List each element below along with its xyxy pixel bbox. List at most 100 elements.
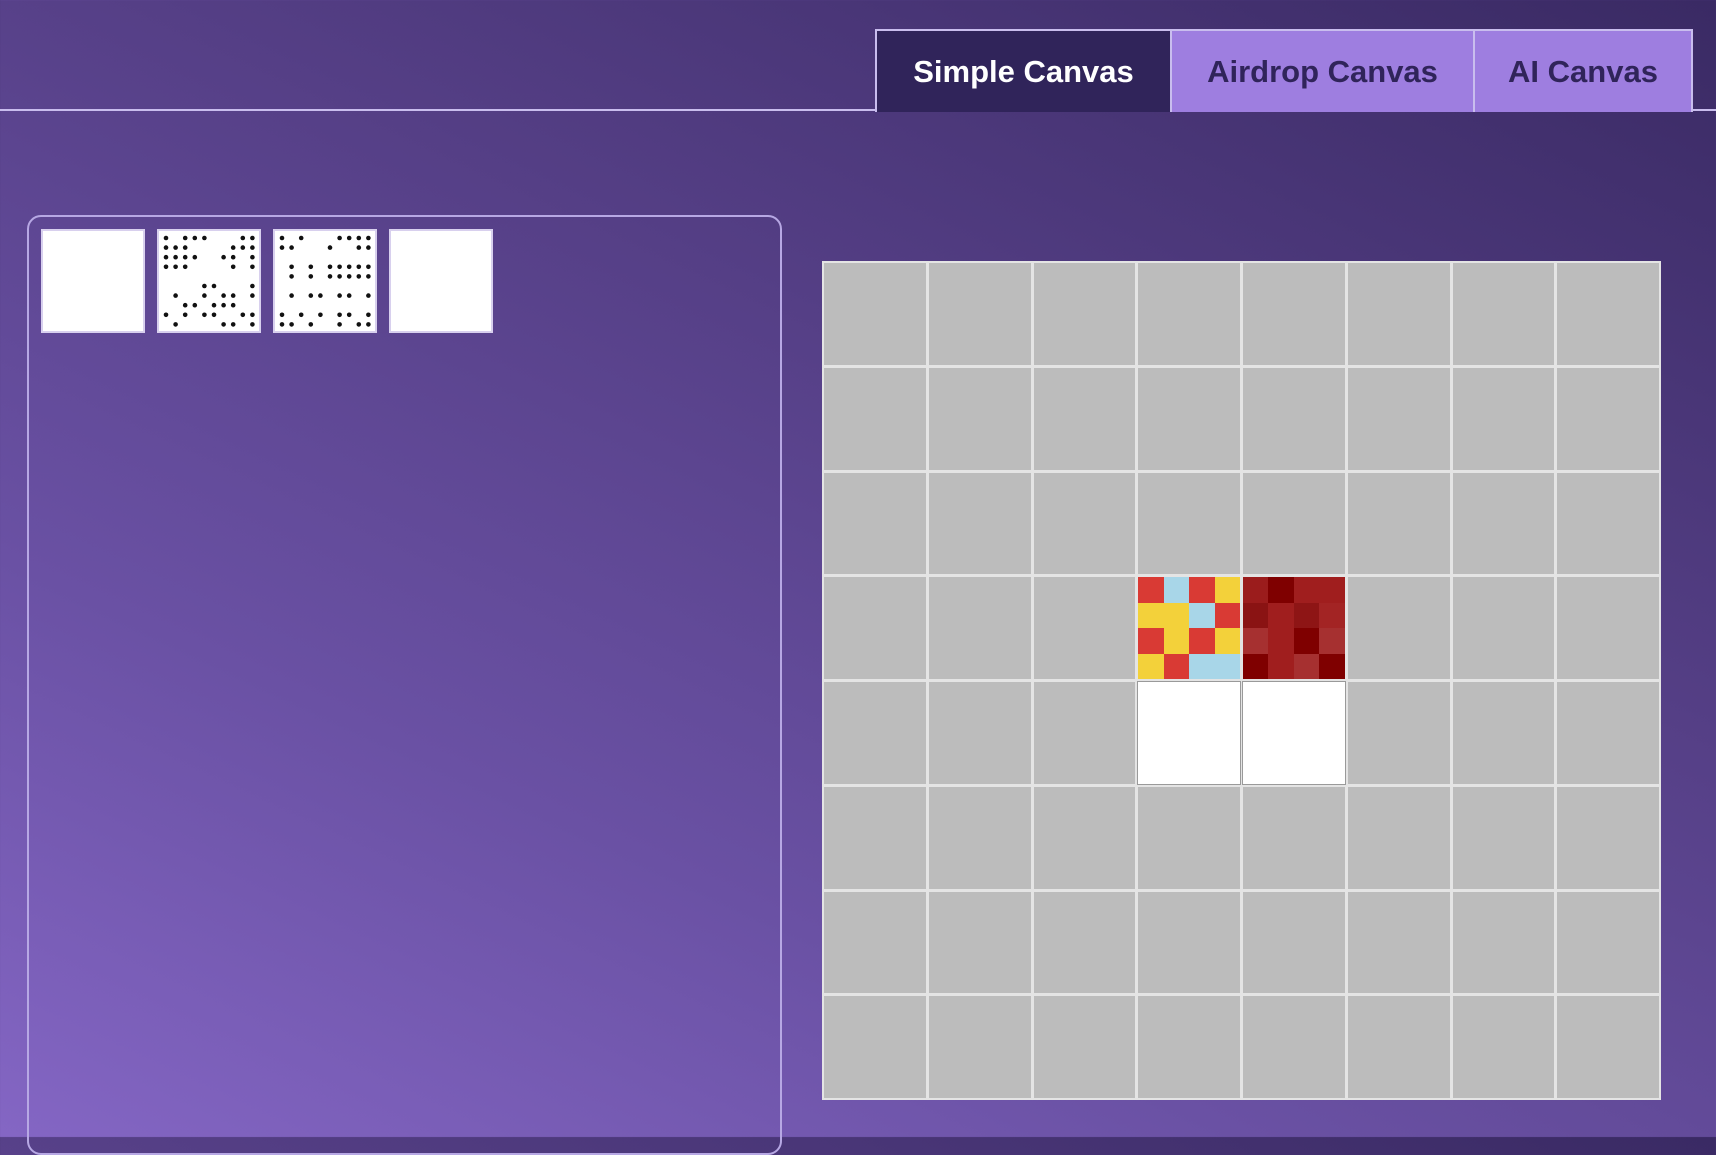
board-cell[interactable] [1347, 891, 1450, 994]
board-cell[interactable] [1347, 996, 1450, 1098]
dot [279, 245, 285, 250]
tray-tile-dots[interactable] [273, 229, 377, 333]
board-cell-pattern[interactable] [1243, 577, 1345, 679]
pattern-pixel [1214, 653, 1240, 679]
dot [182, 302, 188, 308]
board-cell[interactable] [1557, 786, 1659, 889]
dot [163, 254, 169, 260]
board-cell[interactable] [1033, 996, 1136, 1098]
board-cell[interactable] [824, 891, 926, 994]
board-cell-white[interactable] [1137, 681, 1241, 785]
board-cell[interactable] [1347, 682, 1450, 784]
dot [279, 235, 285, 241]
tab-airdrop-canvas[interactable]: Airdrop Canvas [1170, 31, 1473, 112]
board-cell[interactable] [1347, 367, 1450, 470]
board-cell[interactable] [1243, 786, 1345, 889]
board-cell[interactable] [928, 263, 1031, 365]
dot [202, 293, 207, 298]
board-cell[interactable] [1347, 577, 1450, 679]
dot [250, 245, 255, 250]
board-cell[interactable] [928, 577, 1031, 679]
pattern-pixel [1163, 628, 1190, 654]
dot [230, 302, 236, 308]
board-cell[interactable] [824, 996, 926, 1098]
board-cell[interactable] [1243, 472, 1345, 575]
board-cell[interactable] [1452, 891, 1555, 994]
tab-simple-canvas[interactable]: Simple Canvas [877, 31, 1170, 112]
canvas-tabs: Simple Canvas Airdrop Canvas AI Canvas [875, 29, 1693, 112]
board-cell[interactable] [824, 367, 926, 470]
board-cell[interactable] [928, 472, 1031, 575]
board-cell[interactable] [1347, 263, 1450, 365]
board-cell[interactable] [1452, 786, 1555, 889]
board-cell[interactable] [1033, 891, 1136, 994]
board-cell[interactable] [928, 367, 1031, 470]
board-cell[interactable] [1138, 367, 1240, 470]
top-bar: Simple Canvas Airdrop Canvas AI Canvas [0, 0, 1716, 112]
board-cell[interactable] [1557, 577, 1659, 679]
board-cell[interactable] [824, 682, 926, 784]
board-cell[interactable] [1452, 682, 1555, 784]
board-cell[interactable] [1452, 996, 1555, 1098]
board-cell-white[interactable] [1242, 681, 1346, 785]
dot [211, 283, 217, 289]
pattern-pixel [1268, 628, 1294, 654]
board-cell[interactable] [824, 263, 926, 365]
board-cell[interactable] [1452, 577, 1555, 679]
board-cell[interactable] [1557, 682, 1659, 784]
dot [250, 254, 255, 260]
board-cell[interactable] [1033, 682, 1136, 784]
board-cell[interactable] [1557, 472, 1659, 575]
pattern-pixel [1138, 628, 1164, 654]
dot [279, 312, 285, 318]
pattern-pixel [1268, 602, 1294, 629]
board-cell[interactable] [928, 996, 1031, 1098]
dot [289, 274, 294, 279]
dot [337, 293, 342, 298]
board-cell[interactable] [1452, 263, 1555, 365]
board-cell[interactable] [1557, 891, 1659, 994]
tray-tile-blank[interactable] [389, 229, 493, 333]
board-cell[interactable] [1033, 577, 1136, 679]
board-cell[interactable] [1243, 263, 1345, 365]
board-cell[interactable] [1138, 996, 1240, 1098]
board-cell-pattern[interactable] [1138, 577, 1240, 679]
pattern-pixel [1214, 602, 1240, 629]
board-cell[interactable] [1557, 263, 1659, 365]
board-cell[interactable] [824, 472, 926, 575]
board-cell[interactable] [824, 786, 926, 889]
tray-tile-blank[interactable] [41, 229, 145, 333]
board-cell[interactable] [928, 891, 1031, 994]
dot [173, 322, 178, 327]
board-cell[interactable] [1033, 367, 1136, 470]
board-cell[interactable] [1138, 472, 1240, 575]
board-cell[interactable] [1557, 996, 1659, 1098]
board-cell[interactable] [1033, 472, 1136, 575]
board-cell[interactable] [1138, 891, 1240, 994]
board-cell[interactable] [1033, 263, 1136, 365]
board-cell[interactable] [824, 577, 926, 679]
tray-tile-dots[interactable] [157, 229, 261, 333]
pattern-pixel [1293, 602, 1320, 629]
board-cell[interactable] [928, 786, 1031, 889]
dot [308, 322, 314, 327]
board-cell[interactable] [1347, 472, 1450, 575]
board-cell[interactable] [1033, 786, 1136, 889]
board-cell[interactable] [1243, 367, 1345, 470]
board-cell[interactable] [1557, 367, 1659, 470]
dot [346, 293, 352, 298]
board-cell[interactable] [1243, 891, 1345, 994]
tab-ai-canvas[interactable]: AI Canvas [1473, 31, 1691, 112]
dot [163, 235, 169, 241]
board-cell[interactable] [1452, 367, 1555, 470]
pattern-pixel [1189, 653, 1215, 679]
board-cell[interactable] [1243, 996, 1345, 1098]
dot [346, 312, 352, 318]
board-cell[interactable] [1452, 472, 1555, 575]
dot [221, 293, 226, 298]
board-cell[interactable] [1138, 786, 1240, 889]
board-cell[interactable] [1138, 263, 1240, 365]
dot [182, 254, 188, 260]
board-cell[interactable] [928, 682, 1031, 784]
board-cell[interactable] [1347, 786, 1450, 889]
